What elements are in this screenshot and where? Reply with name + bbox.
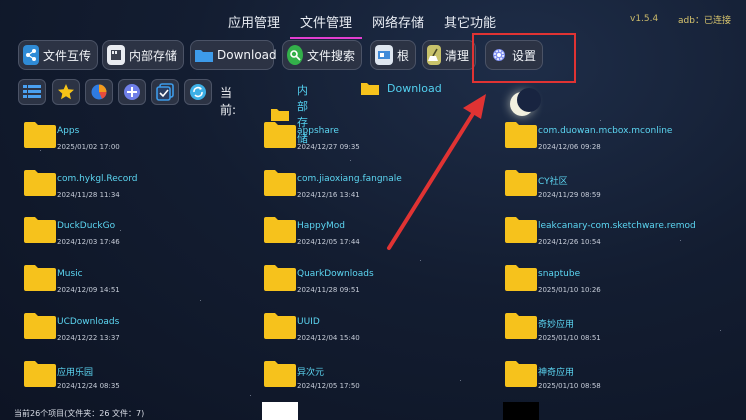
annotation-arrow — [387, 94, 486, 250]
status-bar: 当前26个项目(文件夹：26 文件：7) — [14, 409, 145, 418]
partial-item-block — [262, 402, 298, 420]
partial-item-block — [503, 402, 539, 420]
